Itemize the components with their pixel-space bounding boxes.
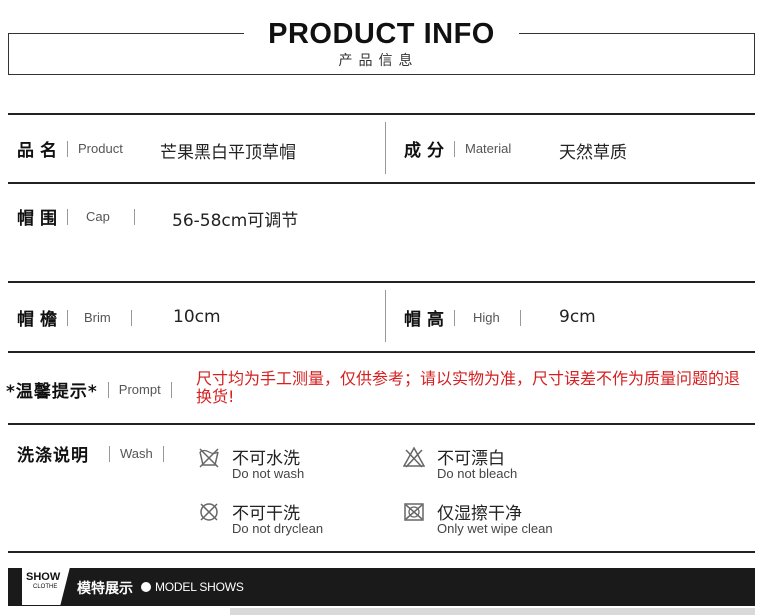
wash-item-en: Only wet wipe clean bbox=[437, 521, 553, 536]
product-label-en: Product bbox=[78, 141, 123, 156]
divider bbox=[8, 351, 755, 353]
brim-label-cn: 帽檐 bbox=[17, 310, 63, 330]
material-label: 成分 Material bbox=[404, 136, 511, 161]
label-separator bbox=[109, 445, 110, 462]
divider bbox=[8, 113, 755, 115]
prompt-label: *温馨提示* Prompt bbox=[6, 377, 182, 402]
banner-title-cn: 模特展示 bbox=[77, 581, 133, 597]
cap-value: 56-58cm可调节 bbox=[172, 211, 299, 231]
show-badge-subtext: CLOTHE bbox=[33, 584, 58, 590]
prompt-label-en: Prompt bbox=[118, 382, 161, 397]
column-divider bbox=[385, 290, 386, 342]
brim-value: 10cm bbox=[173, 307, 221, 327]
wash-item-en: Do not bleach bbox=[437, 466, 518, 481]
divider bbox=[8, 281, 755, 283]
page-title: PRODUCT INFO bbox=[244, 16, 519, 52]
cap-label-en: Cap bbox=[86, 209, 110, 224]
material-value: 天然草质 bbox=[559, 143, 627, 163]
high-label: 帽高 High bbox=[404, 305, 531, 330]
no-bleach-icon bbox=[403, 446, 425, 468]
cap-label: 帽围 Cap bbox=[17, 204, 145, 229]
brim-label-en: Brim bbox=[84, 310, 111, 325]
prompt-label-cn: *温馨提示* bbox=[6, 382, 98, 402]
page-subtitle: 产品信息 bbox=[338, 53, 419, 69]
banner-title-en: MODEL SHOWS bbox=[155, 580, 244, 594]
label-separator bbox=[107, 381, 109, 398]
image-strip bbox=[230, 608, 755, 615]
label-separator bbox=[130, 309, 132, 326]
cap-label-cn: 帽围 bbox=[17, 209, 63, 229]
wash-label-en: Wash bbox=[120, 446, 153, 461]
divider bbox=[8, 423, 755, 425]
label-separator bbox=[519, 309, 521, 326]
wash-item-en: Do not dryclean bbox=[232, 521, 324, 536]
material-label-cn: 成分 bbox=[404, 141, 450, 161]
wet-wipe-icon bbox=[404, 503, 424, 521]
wash-label: 洗涤说明 Wash bbox=[17, 441, 174, 466]
prompt-note: 尺寸均为手工测量，仅供参考；请以实物为准，尺寸误差不作为质量问题的退换货! bbox=[196, 369, 741, 406]
label-separator bbox=[67, 140, 68, 157]
brim-label: 帽檐 Brim bbox=[17, 305, 142, 330]
label-separator bbox=[67, 208, 68, 225]
label-separator bbox=[454, 309, 455, 326]
wash-item-en: Do not wash bbox=[232, 466, 305, 481]
product-label: 品名 Product bbox=[17, 136, 123, 161]
product-label-cn: 品名 bbox=[17, 141, 63, 161]
high-label-cn: 帽高 bbox=[404, 310, 450, 330]
no-dryclean-icon bbox=[200, 503, 218, 521]
circle-icon bbox=[141, 582, 151, 592]
material-label-en: Material bbox=[465, 141, 512, 156]
divider bbox=[8, 551, 755, 553]
label-separator bbox=[133, 208, 135, 225]
column-divider bbox=[385, 122, 386, 174]
divider bbox=[8, 182, 755, 184]
show-badge-text: SHOW bbox=[26, 571, 61, 583]
label-separator bbox=[162, 445, 164, 462]
product-value: 芒果黑白平顶草帽 bbox=[160, 143, 296, 163]
no-wash-icon bbox=[199, 448, 219, 468]
wash-label-cn: 洗涤说明 bbox=[17, 446, 89, 466]
label-separator bbox=[454, 140, 455, 157]
high-value: 9cm bbox=[559, 307, 596, 327]
label-separator bbox=[170, 381, 172, 398]
label-separator bbox=[67, 309, 68, 326]
high-label-en: High bbox=[473, 310, 500, 325]
